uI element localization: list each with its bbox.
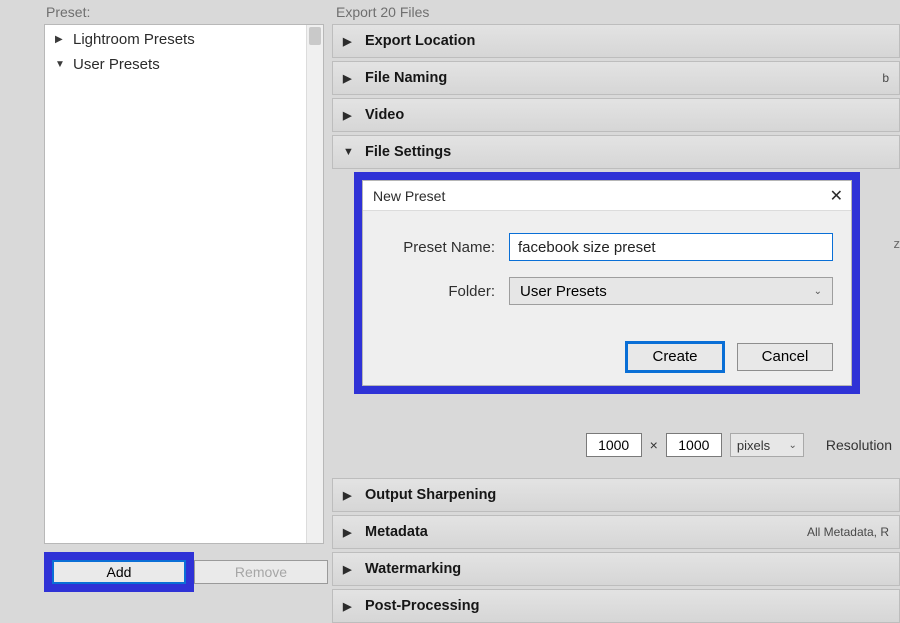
close-icon[interactable]: ✕: [830, 186, 843, 206]
remove-preset-button: Remove: [194, 560, 328, 584]
create-button[interactable]: Create: [627, 343, 723, 371]
chevron-down-icon: ▼: [55, 59, 65, 70]
dialog-title: New Preset: [373, 188, 445, 204]
panel-title: File Naming: [365, 70, 447, 86]
chevron-right-icon: ▶: [343, 563, 355, 576]
panel-meta: All Metadata, R: [807, 525, 889, 539]
preset-list-scrollbar[interactable]: [306, 25, 323, 543]
panel-watermarking[interactable]: ▶ Watermarking: [332, 552, 900, 586]
times-glyph: ×: [650, 437, 658, 453]
chevron-right-icon: ▶: [343, 489, 355, 502]
panel-title: File Settings: [365, 144, 451, 160]
preset-folder-label: Lightroom Presets: [73, 31, 195, 48]
panel-post-processing[interactable]: ▶ Post-Processing: [332, 589, 900, 623]
resize-width-input[interactable]: [586, 433, 642, 457]
chevron-down-icon: ⌄: [814, 286, 822, 297]
preset-folder-select[interactable]: User Presets ⌄: [509, 277, 833, 305]
export-header: Export 20 Files: [332, 4, 900, 20]
panel-title: Metadata: [365, 524, 428, 540]
preset-folder-label: Folder:: [381, 283, 509, 300]
panel-title: Watermarking: [365, 561, 461, 577]
panel-title: Post-Processing: [365, 598, 479, 614]
resize-row: × pixels ⌄ Resolution: [332, 419, 900, 475]
chevron-right-icon: ▶: [343, 109, 355, 122]
add-preset-button[interactable]: Add: [52, 560, 186, 584]
clipped-text: z: [894, 236, 900, 251]
preset-name-input[interactable]: [509, 233, 833, 261]
preset-folder-user[interactable]: ▼ User Presets: [45, 50, 323, 75]
panel-video[interactable]: ▶ Video: [332, 98, 900, 132]
cancel-button[interactable]: Cancel: [737, 343, 833, 371]
preset-panel-header: Preset:: [44, 4, 332, 24]
panel-title: Video: [365, 107, 404, 123]
panel-file-naming[interactable]: ▶ File Naming b: [332, 61, 900, 95]
chevron-down-icon: ▼: [343, 146, 355, 158]
resize-height-input[interactable]: [666, 433, 722, 457]
scrollbar-thumb[interactable]: [309, 27, 321, 45]
chevron-right-icon: ▶: [343, 600, 355, 613]
preset-list[interactable]: ▶ Lightroom Presets ▼ User Presets: [44, 24, 324, 544]
panel-title: Output Sharpening: [365, 487, 496, 503]
new-preset-dialog: New Preset ✕ Preset Name: Folder: User P…: [362, 180, 852, 386]
units-value: pixels: [737, 438, 770, 453]
chevron-right-icon: ▶: [343, 72, 355, 85]
panel-file-settings[interactable]: ▼ File Settings: [332, 135, 900, 169]
preset-name-label: Preset Name:: [381, 239, 509, 256]
panel-export-location[interactable]: ▶ Export Location: [332, 24, 900, 58]
tutorial-highlight: New Preset ✕ Preset Name: Folder: User P…: [354, 172, 860, 394]
chevron-right-icon: ▶: [343, 526, 355, 539]
panel-metadata[interactable]: ▶ Metadata All Metadata, R: [332, 515, 900, 549]
chevron-right-icon: ▶: [343, 35, 355, 48]
panel-output-sharpening[interactable]: ▶ Output Sharpening: [332, 478, 900, 512]
preset-folder-label: User Presets: [73, 56, 160, 73]
resolution-label: Resolution: [826, 437, 892, 453]
resize-units-select[interactable]: pixels ⌄: [730, 433, 804, 457]
chevron-down-icon: ⌄: [788, 440, 796, 451]
panel-meta: b: [882, 71, 889, 85]
chevron-right-icon: ▶: [55, 34, 65, 45]
preset-folder-lightroom[interactable]: ▶ Lightroom Presets: [45, 25, 323, 50]
folder-value: User Presets: [520, 283, 607, 300]
panel-title: Export Location: [365, 33, 475, 49]
